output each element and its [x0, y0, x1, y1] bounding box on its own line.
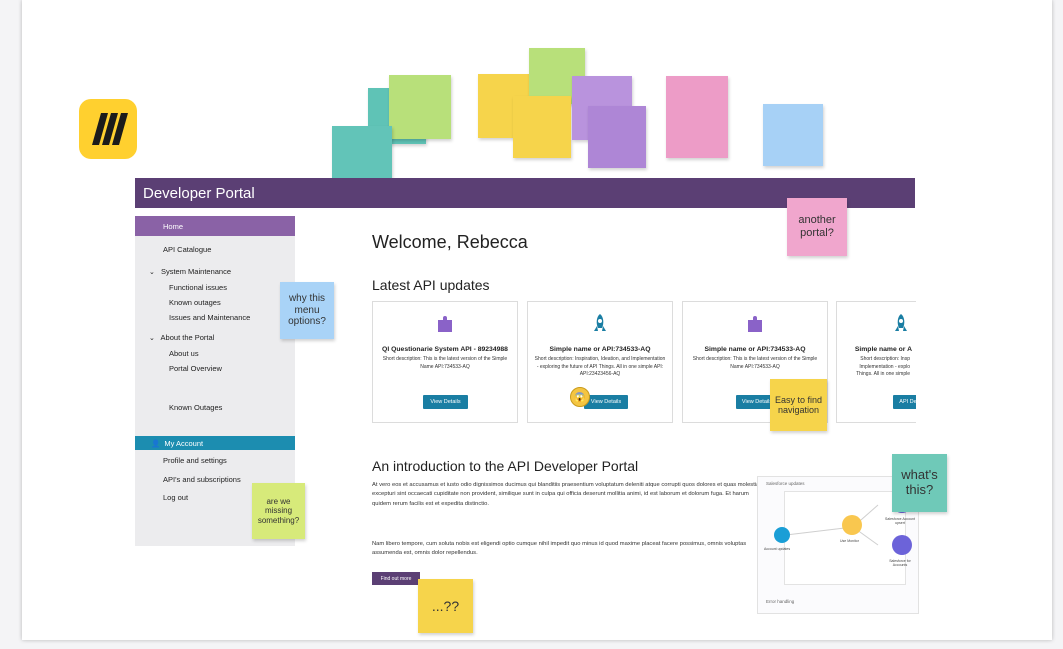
- sidebar-item-api-catalogue[interactable]: API Catalogue: [163, 245, 211, 254]
- sticky-question[interactable]: ...??: [418, 579, 473, 633]
- diagram-node-start-icon: [774, 527, 790, 543]
- sidebar-section-my-account[interactable]: 👤 My Account: [135, 436, 295, 450]
- api-card[interactable]: QI Questionarie System API - 89234988 Sh…: [372, 301, 518, 423]
- sidebar-item-functional-issues[interactable]: Functional issues: [169, 283, 227, 292]
- sticky-teal-2[interactable]: [332, 126, 392, 186]
- sidebar-item-subscriptions[interactable]: API's and subscriptions: [163, 475, 241, 484]
- sticky-purple-2[interactable]: [588, 106, 646, 168]
- shocked-face-emoji-icon: 😱: [570, 387, 590, 407]
- sidebar-group-system-maintenance[interactable]: ⌄ System Maintenance: [149, 267, 231, 276]
- card-title: QI Questionarie System API - 89234988: [382, 346, 508, 353]
- diagram-node-b-label: Use Monitor: [840, 539, 859, 543]
- sticky-lime-1[interactable]: [389, 75, 451, 139]
- diagram-node-accounts-icon: [892, 535, 912, 555]
- intro-paragraph-1: At vero eos et accusamus et iusto odio d…: [372, 482, 763, 507]
- view-details-button[interactable]: API De: [893, 395, 916, 409]
- sticky-why-menu[interactable]: why this menu options?: [280, 282, 334, 339]
- sidebar-item-issues-maintenance[interactable]: Issues and Maintenance: [169, 313, 250, 322]
- diagram-node-d-label: Salesforce for Accounts: [889, 559, 911, 567]
- rocket-icon: [528, 312, 672, 334]
- miro-logo-icon: [79, 99, 137, 159]
- sidebar-item-portal-overview[interactable]: Portal Overview: [169, 364, 222, 373]
- view-details-button[interactable]: View Details: [423, 395, 468, 409]
- card-description: Short description: This is the latest ve…: [692, 356, 818, 370]
- portal-title: Developer Portal: [143, 184, 255, 202]
- api-card[interactable]: Simple name or A Short description: Insp…: [836, 301, 916, 423]
- card-title: Simple name or API:734533-AQ: [549, 346, 651, 353]
- puzzle-icon: [373, 312, 517, 334]
- sticky-whats-this[interactable]: what's this?: [892, 454, 947, 512]
- intro-heading: An introduction to the API Developer Por…: [372, 458, 639, 474]
- sidebar-item-home[interactable]: Home: [135, 216, 295, 236]
- latest-updates-heading: Latest API updates: [372, 277, 490, 293]
- card-description: Short description: Insp Implementation -…: [856, 356, 910, 377]
- sidebar-item-known-outages-2[interactable]: Known Outages: [169, 403, 222, 412]
- chevron-down-icon: ⌄: [149, 335, 155, 342]
- rocket-icon: [837, 312, 916, 334]
- intro-paragraph-2: Nam libero tempore, cum soluta nobis est…: [372, 541, 747, 557]
- diagram-node-a-label: Account updates: [764, 547, 791, 551]
- api-card[interactable]: Simple name or API:734533-AQ Short descr…: [527, 301, 673, 423]
- sidebar-item-about-us[interactable]: About us: [169, 349, 199, 358]
- diagram-node-monitor-icon: [842, 515, 862, 535]
- diagram-node-c-label: Salesforce Account upsert: [885, 517, 915, 525]
- sticky-easy-nav[interactable]: Easy to find navigation: [770, 379, 827, 431]
- sidebar-item-profile[interactable]: Profile and settings: [163, 456, 227, 465]
- find-out-more-button[interactable]: Find out more: [372, 572, 420, 585]
- card-title: Simple name or API:734533-AQ: [704, 346, 806, 353]
- chevron-down-icon: ⌄: [149, 269, 155, 276]
- sidebar-item-log-out[interactable]: Log out: [163, 493, 188, 502]
- card-description: Short description: Inspiration, Ideation…: [534, 356, 666, 377]
- sidebar-group-about-portal[interactable]: ⌄ About the Portal: [149, 333, 214, 342]
- sticky-yellow-2[interactable]: [513, 96, 571, 158]
- sticky-missing[interactable]: are we missing something?: [252, 483, 305, 539]
- welcome-heading: Welcome, Rebecca: [372, 232, 528, 252]
- sidebar-item-known-outages[interactable]: Known outages: [169, 298, 221, 307]
- card-title: Simple name or A: [854, 346, 912, 353]
- puzzle-icon: [683, 312, 827, 334]
- sticky-blue-1[interactable]: [763, 104, 823, 166]
- diagram-label-bottom: Error handling: [766, 599, 795, 604]
- miro-board: Developer Portal Home API Catalogue ⌄ Sy…: [22, 0, 1052, 640]
- card-description: Short description: This is the latest ve…: [382, 356, 508, 370]
- sticky-another-portal[interactable]: another portal?: [787, 198, 847, 256]
- view-details-button[interactable]: View Details: [584, 395, 628, 409]
- user-icon: 👤: [151, 438, 161, 448]
- sticky-pink-1[interactable]: [666, 76, 728, 158]
